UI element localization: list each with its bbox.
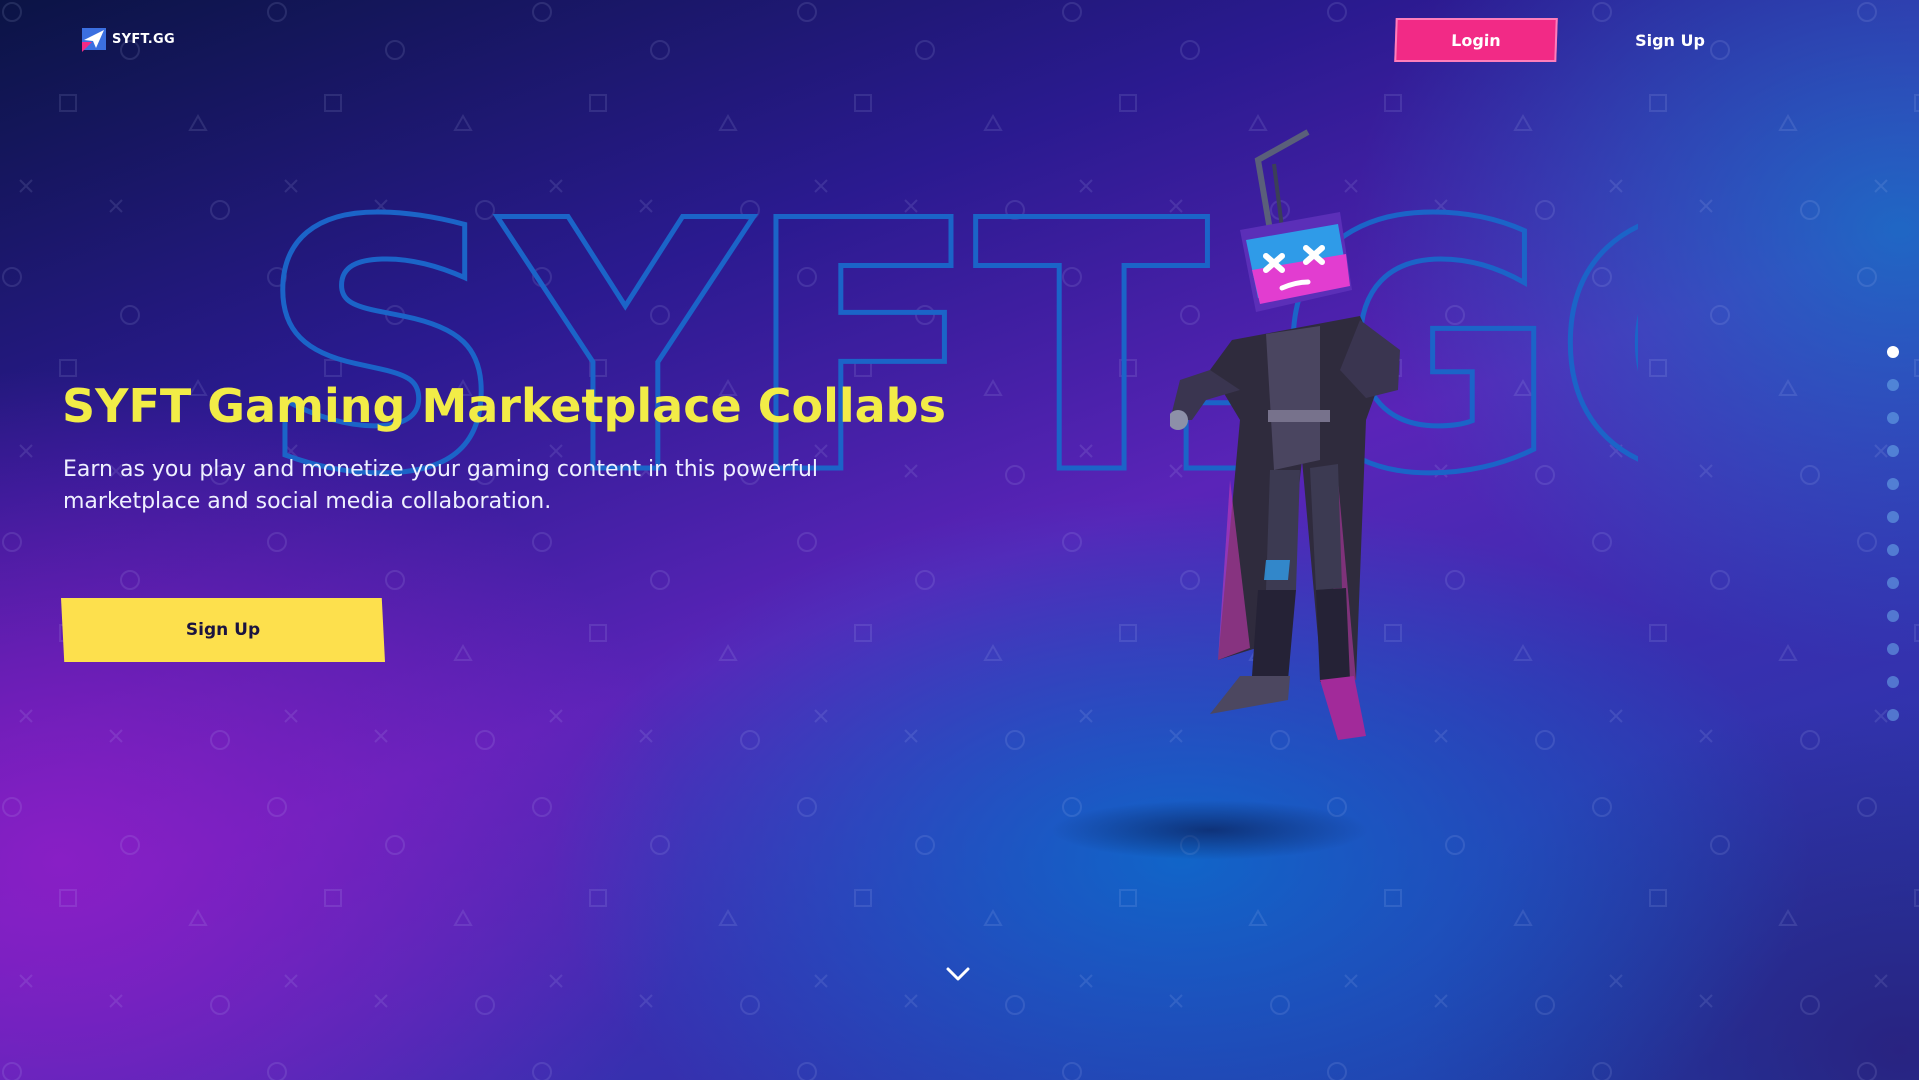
hero-subtitle: Earn as you play and monetize your gamin… — [63, 454, 823, 518]
logo-text: SYFT.GG — [112, 31, 175, 47]
header-signup-link[interactable]: Sign Up — [1610, 18, 1730, 62]
slide-dot-11[interactable] — [1887, 676, 1899, 688]
hero-title: SYFT Gaming Marketplace Collabs — [62, 379, 946, 433]
slide-dot-3[interactable] — [1887, 412, 1899, 424]
character-shadow — [1050, 800, 1370, 860]
slide-dot-12[interactable] — [1887, 709, 1899, 721]
background-pattern — [0, 0, 1919, 1080]
hero-subtitle-line-2: marketplace and social media collaborati… — [63, 489, 552, 514]
slide-navigation — [1887, 346, 1899, 742]
slide-dot-10[interactable] — [1887, 643, 1899, 655]
login-button[interactable]: Login — [1394, 18, 1558, 62]
hero-signup-button[interactable]: Sign Up — [61, 598, 385, 662]
chevron-down-icon[interactable] — [944, 964, 972, 984]
site-logo[interactable]: SYFT.GG — [82, 26, 175, 52]
slide-dot-1[interactable] — [1887, 346, 1899, 358]
slide-dot-2[interactable] — [1887, 379, 1899, 391]
watermark-text: SYFT.GG — [258, 168, 1638, 498]
mascot-character — [1170, 129, 1400, 740]
slide-dot-4[interactable] — [1887, 445, 1899, 457]
syft-watermark: SYFT.GG — [258, 168, 1638, 498]
slide-dot-5[interactable] — [1887, 478, 1899, 490]
slide-dot-8[interactable] — [1887, 577, 1899, 589]
slide-dot-9[interactable] — [1887, 610, 1899, 622]
slide-dot-6[interactable] — [1887, 511, 1899, 523]
hero-subtitle-line-1: Earn as you play and monetize your gamin… — [63, 457, 819, 482]
slide-dot-7[interactable] — [1887, 544, 1899, 556]
paper-plane-logo-icon — [82, 28, 106, 52]
